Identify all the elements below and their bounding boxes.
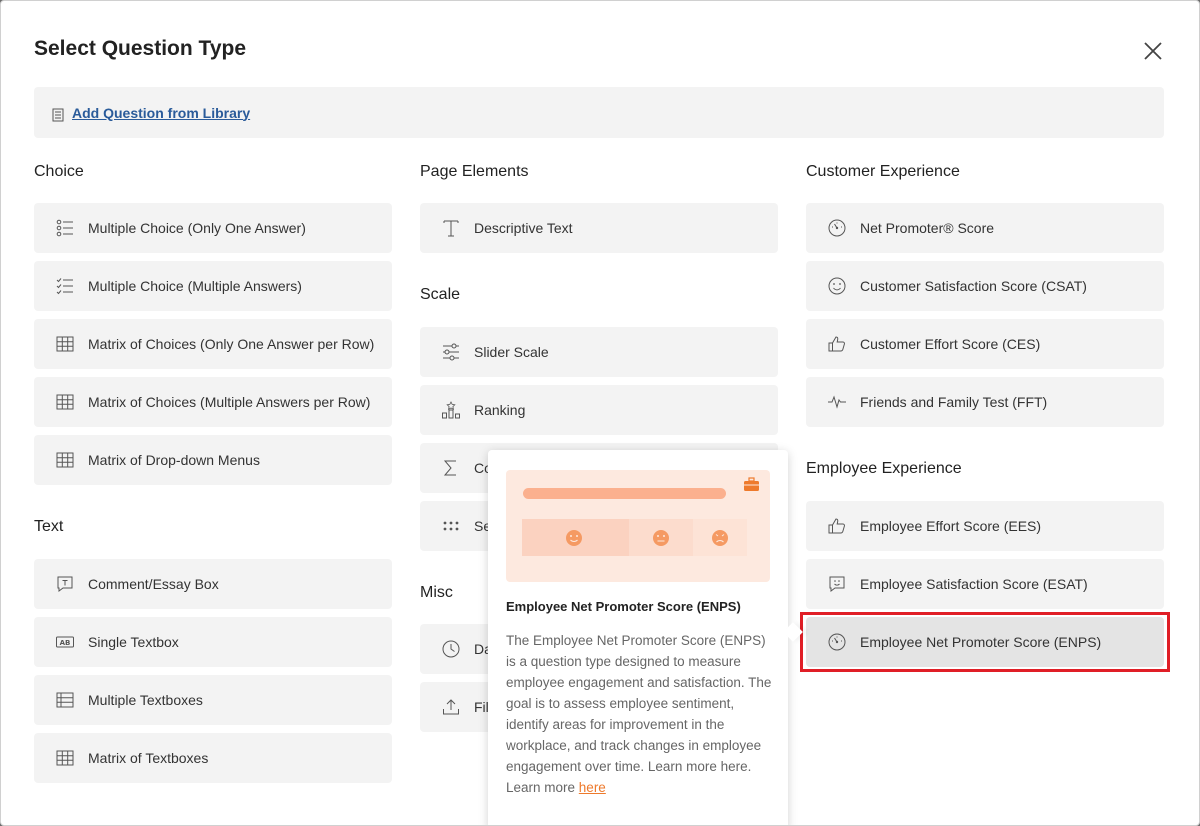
item-label: Employee Effort Score (EES) (860, 518, 1042, 534)
item-label: Employee Satisfaction Score (ESAT) (860, 576, 1088, 592)
esat-item[interactable]: Employee Satisfaction Score (ESAT) (806, 559, 1164, 609)
library-bar: Add Question from Library (34, 87, 1164, 138)
enps-tooltip: Employee Net Promoter Score (ENPS) The E… (488, 450, 803, 825)
text-t-icon (440, 217, 462, 239)
ranking-icon (440, 399, 462, 421)
matrix-dropdown-item[interactable]: Matrix of Drop-down Menus (34, 435, 392, 485)
item-label: Customer Satisfaction Score (CSAT) (860, 278, 1087, 294)
matrix-multiple-answers-item[interactable]: Matrix of Choices (Multiple Answers per … (34, 377, 392, 427)
library-icon (52, 108, 64, 121)
matrix-one-answer-item[interactable]: Matrix of Choices (Only One Answer per R… (34, 319, 392, 369)
learn-more-link[interactable]: here (579, 780, 606, 795)
upload-icon (440, 696, 462, 718)
close-icon[interactable] (1141, 39, 1165, 63)
net-promoter-score-item[interactable]: Net Promoter® Score (806, 203, 1164, 253)
enps-preview-illustration (506, 470, 770, 582)
customer-experience-heading: Customer Experience (806, 163, 960, 180)
selection-highlight (800, 612, 1170, 672)
item-label: Comment/Essay Box (88, 576, 219, 592)
item-label: Multiple Choice (Multiple Answers) (88, 278, 302, 294)
item-label: Single Textbox (88, 634, 179, 650)
comment-essay-box-item[interactable]: Comment/Essay Box (34, 559, 392, 609)
sliders-icon (440, 341, 462, 363)
choice-heading: Choice (34, 163, 84, 180)
item-label: Slider Scale (474, 344, 549, 360)
checklist-icon (54, 275, 76, 297)
rows-icon (54, 689, 76, 711)
item-label: Matrix of Drop-down Menus (88, 452, 260, 468)
item-label: Matrix of Textboxes (88, 750, 209, 766)
pulse-icon (826, 391, 848, 413)
descriptive-text-item[interactable]: Descriptive Text (420, 203, 778, 253)
employee-experience-heading: Employee Experience (806, 460, 962, 477)
thumbs-up-icon (826, 333, 848, 355)
scale-heading: Scale (420, 286, 461, 303)
grid-icon (54, 449, 76, 471)
item-label: Fil (474, 699, 489, 715)
page-elements-heading: Page Elements (420, 163, 529, 180)
add-question-from-library-link[interactable]: Add Question from Library (72, 105, 250, 121)
multiple-choice-multiple-answers-item[interactable]: Multiple Choice (Multiple Answers) (34, 261, 392, 311)
chat-smiley-icon (826, 573, 848, 595)
dialog-title: Select Question Type (34, 37, 246, 60)
smiley-icon (826, 275, 848, 297)
fft-item[interactable]: Friends and Family Test (FFT) (806, 377, 1164, 427)
single-textbox-item[interactable]: AB Single Textbox (34, 617, 392, 667)
comment-icon (54, 573, 76, 595)
item-label: Friends and Family Test (FFT) (860, 394, 1048, 410)
sigma-icon (440, 457, 462, 479)
item-label: Net Promoter® Score (860, 220, 995, 236)
question-type-dialog: Select Question Type Add Question from L… (0, 0, 1200, 826)
tooltip-description: The Employee Net Promoter Score (ENPS) i… (506, 630, 774, 798)
radio-list-icon (54, 217, 76, 239)
csat-item[interactable]: Customer Satisfaction Score (CSAT) (806, 261, 1164, 311)
svg-text:AB: AB (60, 639, 71, 647)
misc-heading: Misc (420, 584, 453, 601)
clock-icon (440, 638, 462, 660)
grid-icon (54, 391, 76, 413)
text-heading: Text (34, 518, 64, 535)
item-label: Matrix of Choices (Only One Answer per R… (88, 336, 375, 352)
matrix-of-textboxes-item[interactable]: Matrix of Textboxes (34, 733, 392, 783)
ranking-item[interactable]: Ranking (420, 385, 778, 435)
ees-item[interactable]: Employee Effort Score (EES) (806, 501, 1164, 551)
item-label: Matrix of Choices (Multiple Answers per … (88, 394, 371, 410)
multiple-textboxes-item[interactable]: Multiple Textboxes (34, 675, 392, 725)
gauge-icon (826, 217, 848, 239)
multiple-choice-one-answer-item[interactable]: Multiple Choice (Only One Answer) (34, 203, 392, 253)
briefcase-icon (744, 477, 759, 491)
grid-icon (54, 333, 76, 355)
dots-icon (440, 515, 462, 537)
item-label: Customer Effort Score (CES) (860, 336, 1041, 352)
sad-face-icon (712, 530, 728, 546)
happy-face-icon (566, 530, 582, 546)
slider-scale-item[interactable]: Slider Scale (420, 327, 778, 377)
ces-item[interactable]: Customer Effort Score (CES) (806, 319, 1164, 369)
item-label: Multiple Textboxes (88, 692, 203, 708)
neutral-face-icon (653, 530, 669, 546)
item-label: Multiple Choice (Only One Answer) (88, 220, 306, 236)
close-button[interactable] (1141, 39, 1165, 63)
tooltip-title: Employee Net Promoter Score (ENPS) (506, 599, 741, 614)
tooltip-description-text: The Employee Net Promoter Score (ENPS) i… (506, 633, 772, 795)
item-label: Descriptive Text (474, 220, 573, 236)
item-label: Ranking (474, 402, 526, 418)
thumbs-up-icon (826, 515, 848, 537)
grid-icon (54, 747, 76, 769)
textbox-icon: AB (54, 631, 76, 653)
